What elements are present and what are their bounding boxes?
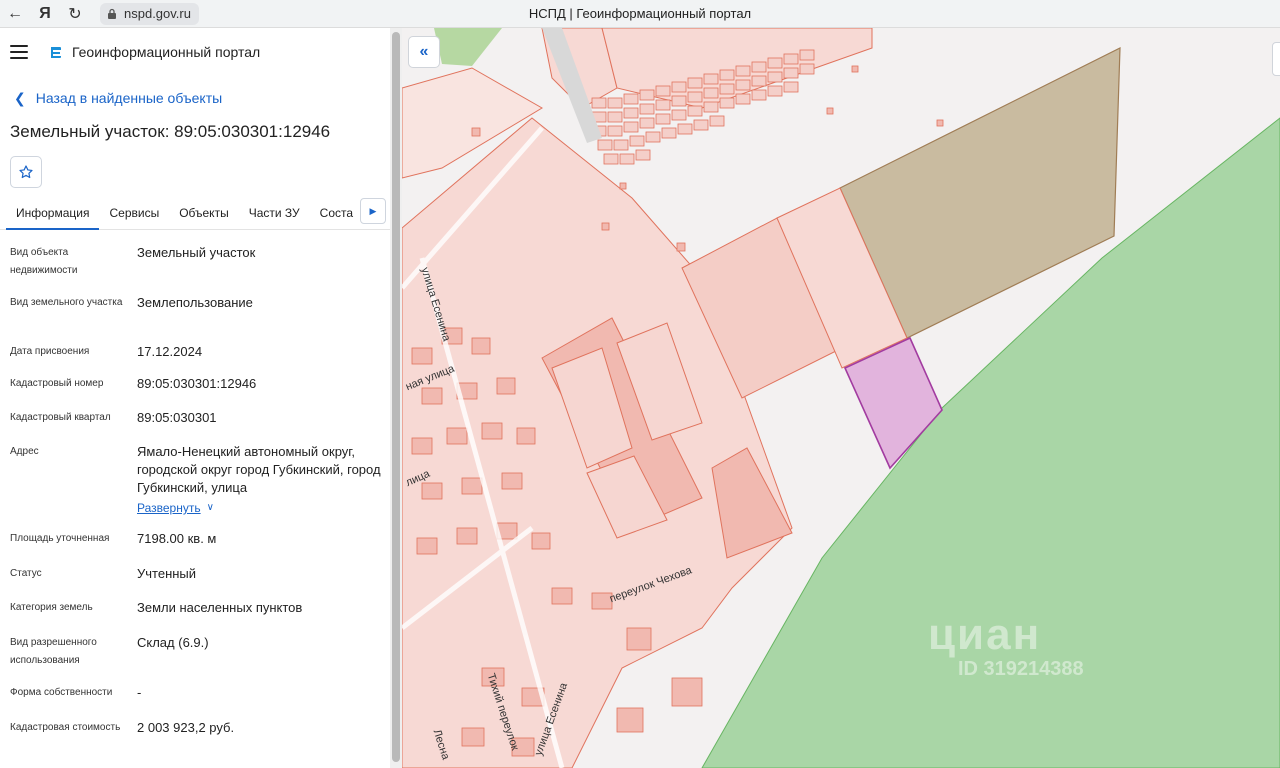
- attribute-row: Кадастровая стоимость 2 003 923,2 руб.: [0, 719, 390, 759]
- attribute-value: Земельный участок: [137, 245, 256, 260]
- attribute-row: Кадастровый квартал 89:05:030301: [0, 409, 390, 443]
- panel-scrollbar[interactable]: [390, 28, 402, 768]
- object-title: Земельный участок: 89:05:030301:12946: [10, 122, 331, 141]
- reload-icon[interactable]: ↻: [60, 0, 90, 28]
- info-tabs: Информация Сервисы Объекты Части ЗУ Сост…: [0, 198, 390, 230]
- chevron-left-icon: ❮: [14, 89, 26, 106]
- attribute-row: Вид земельного участка Землепользование: [0, 294, 390, 343]
- tab-land-parts[interactable]: Части ЗУ: [239, 200, 310, 230]
- attribute-value: Склад (6.9.): [137, 635, 209, 650]
- favorite-button[interactable]: [10, 156, 42, 188]
- attribute-value: Ямало-Ненецкий автономный округ, городск…: [137, 444, 381, 495]
- back-link-label: Назад в найденные объекты: [35, 90, 223, 106]
- attribute-value: Землепользование: [137, 295, 253, 310]
- lock-icon: [108, 8, 116, 19]
- tab-services[interactable]: Сервисы: [99, 200, 169, 230]
- watermark: циан ID 319214388: [928, 610, 1084, 681]
- attribute-label: Дата присвоения: [10, 346, 90, 357]
- attribute-value: 89:05:030301: [137, 410, 217, 425]
- watermark-id: ID 319214388: [958, 658, 1084, 680]
- map-control[interactable]: [1272, 42, 1280, 76]
- expand-address-link[interactable]: Развернуть ∨: [137, 499, 214, 517]
- attribute-row: Вид объекта недвижимости Земельный участ…: [0, 244, 390, 294]
- attribute-row: Вид разрешенного использования Склад (6.…: [0, 634, 390, 684]
- attribute-value: 7198.00 кв. м: [137, 531, 217, 546]
- info-panel: Геоинформационный портал ❮ Назад в найде…: [0, 28, 390, 768]
- attribute-label: Вид разрешенного использования: [10, 637, 97, 666]
- attribute-label: Кадастровая стоимость: [10, 722, 121, 733]
- chevron-down-icon: ∨: [206, 502, 214, 513]
- scrollbar-thumb[interactable]: [392, 32, 400, 762]
- attribute-row-address: Адрес Ямало-Ненецкий автономный округ, г…: [0, 443, 390, 530]
- map-canvas[interactable]: [402, 28, 1280, 768]
- attribute-label: Адрес: [10, 446, 39, 457]
- attribute-row: Дата присвоения 17.12.2024: [0, 343, 390, 375]
- back-arrow-icon[interactable]: ←: [0, 0, 30, 28]
- expand-label: Развернуть: [137, 501, 201, 515]
- tabs-scroll-right-button[interactable]: ▶: [360, 198, 386, 224]
- menu-icon[interactable]: [10, 45, 28, 59]
- attributes-list: Вид объекта недвижимости Земельный участ…: [0, 230, 390, 759]
- attribute-label: Площадь уточненная: [10, 533, 110, 544]
- attribute-row: Кадастровый номер 89:05:030301:12946: [0, 375, 390, 409]
- address-bar[interactable]: nspd.gov.ru: [100, 2, 199, 25]
- attribute-row: Категория земель Земли населенных пункто…: [0, 599, 390, 634]
- attribute-label: Категория земель: [10, 602, 93, 613]
- attribute-label: Вид земельного участка: [10, 297, 123, 308]
- attribute-value: -: [137, 685, 142, 700]
- attribute-value: Земли населенных пунктов: [137, 600, 303, 615]
- map-view[interactable]: « улица Есенина ная улица лица переулок …: [402, 28, 1280, 768]
- address-value-block: Ямало-Ненецкий автономный округ, городск…: [137, 443, 382, 530]
- browser-toolbar: ← Я ↻ nspd.gov.ru НСПД | Геоинформационн…: [0, 0, 1280, 28]
- tab-composition[interactable]: Соста: [310, 200, 363, 230]
- star-icon: [19, 165, 33, 179]
- attribute-label: Вид объекта недвижимости: [10, 247, 78, 276]
- app-title: Геоинформационный портал: [72, 44, 261, 60]
- attribute-label: Статус: [10, 568, 42, 579]
- attribute-label: Кадастровый квартал: [10, 412, 111, 423]
- app-header: Геоинформационный портал: [0, 28, 390, 76]
- attribute-value: 2 003 923,2 руб.: [137, 720, 235, 735]
- tab-objects[interactable]: Объекты: [169, 200, 239, 230]
- attribute-row: Статус Учтенный: [0, 565, 390, 599]
- collapse-panel-button[interactable]: «: [408, 36, 440, 68]
- attribute-label: Форма собственности: [10, 687, 113, 698]
- attribute-value: Учтенный: [137, 566, 197, 581]
- attribute-row: Форма собственности -: [0, 684, 390, 719]
- attribute-label: Кадастровый номер: [10, 378, 104, 389]
- back-to-results-link[interactable]: ❮ Назад в найденные объекты: [0, 86, 390, 110]
- green-area: [434, 28, 502, 66]
- attribute-value: 89:05:030301:12946: [137, 376, 257, 391]
- tab-information[interactable]: Информация: [6, 200, 100, 230]
- portal-logo-icon: [51, 47, 61, 58]
- attribute-row: Площадь уточненная 7198.00 кв. м: [0, 530, 390, 565]
- attribute-value: 17.12.2024: [137, 344, 203, 359]
- url-text: nspd.gov.ru: [124, 6, 191, 21]
- yandex-icon[interactable]: Я: [30, 0, 60, 28]
- watermark-brand: циан: [928, 610, 1042, 659]
